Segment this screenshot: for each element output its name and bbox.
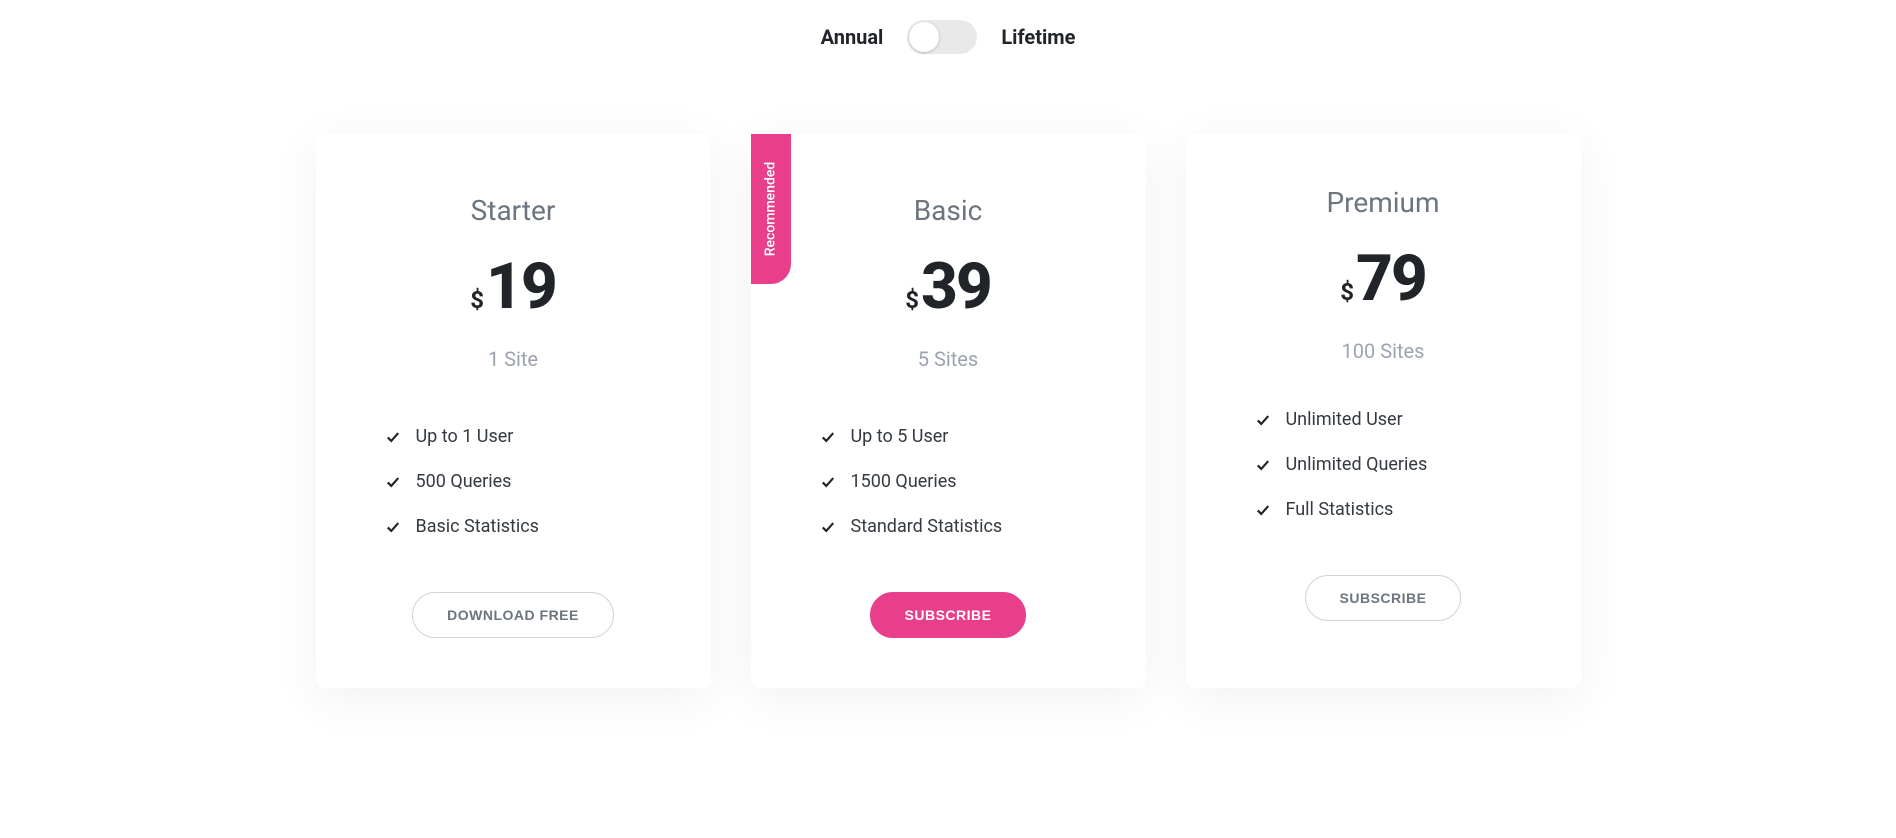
check-icon [821, 520, 835, 534]
plan-name: Starter [376, 194, 651, 227]
feature-text: Full Statistics [1286, 499, 1394, 520]
feature-item: Unlimited User [1256, 409, 1511, 430]
feature-item: Full Statistics [1256, 499, 1511, 520]
pricing-cards: Starter $ 19 1 Site Up to 1 User 500 Que… [0, 134, 1896, 688]
currency: $ [470, 286, 484, 314]
feature-text: Up to 1 User [416, 426, 514, 447]
sites-label: 5 Sites [811, 347, 1086, 371]
feature-text: Standard Statistics [851, 516, 1003, 537]
price-row: $ 39 [811, 255, 1086, 319]
feature-item: 500 Queries [386, 471, 641, 492]
price: 79 [1356, 247, 1426, 311]
feature-item: Unlimited Queries [1256, 454, 1511, 475]
download-free-button[interactable]: DOWNLOAD FREE [412, 592, 614, 638]
plan-name: Basic [811, 194, 1086, 227]
price: 19 [486, 255, 556, 319]
check-icon [1256, 413, 1270, 427]
subscribe-button[interactable]: SUBSCRIBE [1305, 575, 1462, 621]
currency: $ [905, 286, 919, 314]
check-icon [1256, 503, 1270, 517]
check-icon [821, 430, 835, 444]
pricing-card-basic: Recommended Basic $ 39 5 Sites Up to 5 U… [751, 134, 1146, 688]
toggle-label-annual: Annual [821, 25, 884, 49]
billing-toggle[interactable] [907, 20, 977, 54]
check-icon [1256, 458, 1270, 472]
feature-text: Up to 5 User [851, 426, 949, 447]
feature-text: Unlimited User [1286, 409, 1403, 430]
feature-list: Up to 1 User 500 Queries Basic Statistic… [376, 426, 651, 537]
feature-text: Unlimited Queries [1286, 454, 1428, 475]
price: 39 [921, 255, 991, 319]
recommended-ribbon: Recommended [751, 134, 791, 284]
plan-name: Premium [1246, 186, 1521, 219]
feature-text: 500 Queries [416, 471, 512, 492]
check-icon [386, 520, 400, 534]
feature-text: 1500 Queries [851, 471, 957, 492]
feature-text: Basic Statistics [416, 516, 539, 537]
feature-item: Up to 1 User [386, 426, 641, 447]
feature-item: Basic Statistics [386, 516, 641, 537]
feature-list: Unlimited User Unlimited Queries Full St… [1246, 409, 1521, 520]
billing-toggle-row: Annual Lifetime [0, 20, 1896, 54]
price-row: $ 19 [376, 255, 651, 319]
feature-item: Standard Statistics [821, 516, 1076, 537]
price-row: $ 79 [1246, 247, 1521, 311]
check-icon [386, 430, 400, 444]
pricing-card-premium: Premium $ 79 100 Sites Unlimited User Un… [1186, 134, 1581, 688]
sites-label: 1 Site [376, 347, 651, 371]
toggle-label-lifetime: Lifetime [1001, 25, 1075, 49]
ribbon-text: Recommended [763, 162, 779, 257]
check-icon [386, 475, 400, 489]
sites-label: 100 Sites [1246, 339, 1521, 363]
check-icon [821, 475, 835, 489]
currency: $ [1340, 278, 1354, 306]
toggle-knob [909, 22, 939, 52]
feature-item: 1500 Queries [821, 471, 1076, 492]
pricing-card-starter: Starter $ 19 1 Site Up to 1 User 500 Que… [316, 134, 711, 688]
subscribe-button[interactable]: SUBSCRIBE [870, 592, 1027, 638]
feature-list: Up to 5 User 1500 Queries Standard Stati… [811, 426, 1086, 537]
feature-item: Up to 5 User [821, 426, 1076, 447]
